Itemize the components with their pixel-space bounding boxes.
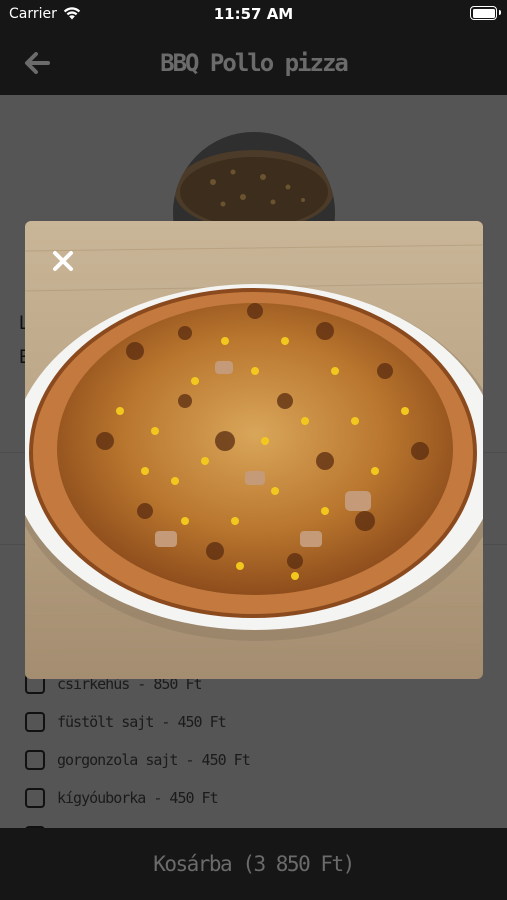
- image-popup: [25, 221, 483, 679]
- add-to-cart-label: Kosárba (3 850 Ft): [153, 852, 355, 876]
- page-title: BBQ Pollo pizza: [160, 49, 349, 77]
- add-to-cart-button[interactable]: Kosárba (3 850 Ft): [0, 828, 507, 900]
- extra-label: kígyóuborka - 450 Ft: [57, 789, 219, 807]
- checkbox[interactable]: [25, 712, 45, 732]
- checkbox[interactable]: [25, 788, 45, 808]
- extra-label: gorgonzola sajt - 450 Ft: [57, 751, 251, 769]
- status-time: 11:57 AM: [213, 5, 294, 23]
- extra-item-kigyouborka[interactable]: kígyóuborka - 450 Ft: [25, 784, 219, 812]
- checkbox[interactable]: [25, 750, 45, 770]
- close-icon: [53, 251, 73, 271]
- close-button[interactable]: [47, 245, 79, 277]
- extra-label: füstölt sajt - 450 Ft: [57, 713, 227, 731]
- pizza-photo: [25, 221, 483, 679]
- navigation-bar: BBQ Pollo pizza: [0, 30, 507, 95]
- status-bar: Carrier 11:57 AM: [0, 0, 507, 30]
- extra-item-gorgonzola-sajt[interactable]: gorgonzola sajt - 450 Ft: [25, 746, 251, 774]
- extra-item-fustolt-sajt[interactable]: füstölt sajt - 450 Ft: [25, 708, 227, 736]
- battery-icon: [470, 6, 501, 20]
